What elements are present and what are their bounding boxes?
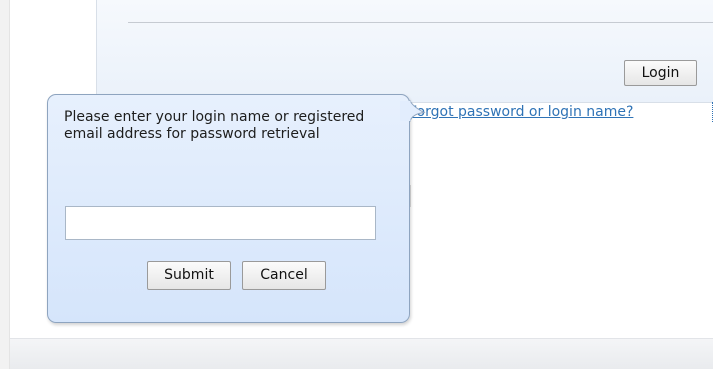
page-left-rail [0,0,9,369]
cancel-button[interactable]: Cancel [242,261,326,290]
submit-button[interactable]: Submit [147,261,231,290]
popup-instructions: Please enter your login name or register… [64,109,365,142]
footer-bar [10,338,713,369]
popup-pointer-arrow [400,100,426,122]
login-or-email-input[interactable] [65,206,376,240]
login-button[interactable]: Login [624,60,697,86]
forgot-password-link[interactable]: Forgot password or login name? [409,102,713,122]
form-divider [128,22,713,23]
password-retrieval-popup: Please enter your login name or register… [47,94,410,323]
login-form-area [96,0,713,103]
